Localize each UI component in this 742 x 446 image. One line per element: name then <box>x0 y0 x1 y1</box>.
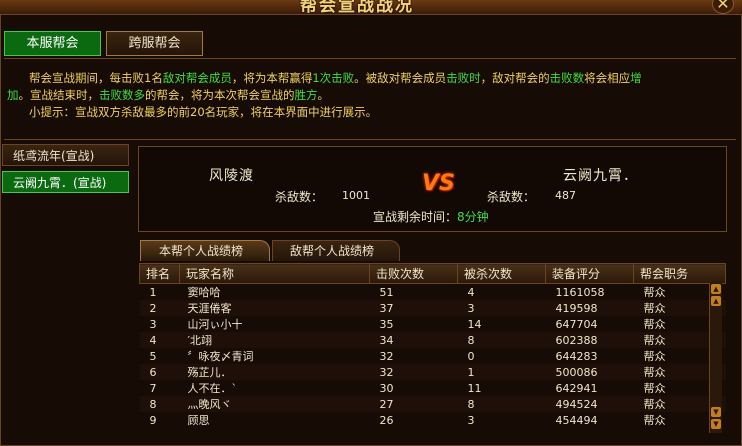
rules-description: 帮会宣战期间，每击败1名敌对帮会成员，将为本帮赢得1次击败。被敌对帮会成员击败时… <box>4 58 736 140</box>
table-row[interactable]: 9 顾思 26 3 454494 帮众 <box>140 412 726 428</box>
cell-player-name: 窦哈哈 <box>187 286 221 299</box>
scroll-bottom-icon[interactable]: ▼ <box>711 419 721 429</box>
cell-deaths: 0 <box>467 349 475 363</box>
tab-local-server-guild[interactable]: 本服帮会 <box>4 31 101 56</box>
cell-deaths: 4 <box>467 285 475 299</box>
table-header-row: 排名 玩家名称 击败次数 被杀次数 装备评分 帮会职务 <box>139 263 726 284</box>
vs-icon: VS <box>422 171 455 196</box>
table-row[interactable]: 1 窦哈哈 51 4 1161058 帮众 <box>140 284 726 301</box>
scroll-top-icon[interactable]: ▲ <box>711 284 721 294</box>
right-kill-label: 杀敌数： <box>487 190 536 204</box>
cell-player-name: 天涯倦客 <box>179 300 370 316</box>
cell-gear-score: 602388 <box>545 332 634 348</box>
header-deaths[interactable]: 被杀次数 <box>457 263 546 284</box>
cell-gear-score: 454494 <box>555 413 598 427</box>
table-row[interactable]: 8 灬晚风ヾ 27 8 494524 帮众 <box>139 396 726 412</box>
cell-deaths: 11 <box>467 381 482 395</box>
cell-player-name: 〞咏夜〆青词 <box>187 350 254 363</box>
table-row[interactable]: 3 山河ぃ小十 35 14 647704 帮众 <box>140 316 726 332</box>
cell-gear-score: 644283 <box>555 349 598 363</box>
battle-summary-panel: 风陵渡 云阙九霄． VS 杀敌数： 1001 杀敌数： 487 宣战剩余时间：8… <box>138 146 727 232</box>
ranking-table: 排名 玩家名称 击败次数 被杀次数 装备评分 帮会职务 1 窦哈哈 51 4 11610… <box>139 263 726 428</box>
cell-gear-score: 419598 <box>545 300 634 316</box>
cell-kills: 34 <box>369 332 458 348</box>
cell-rank: 8 <box>139 396 180 412</box>
cell-rank: 3 <box>149 317 157 331</box>
cell-rank: 9 <box>149 413 157 427</box>
remaining-time: 宣战剩余时间：8分钟 <box>373 210 489 224</box>
cell-gear-score: 500086 <box>545 364 634 380</box>
cell-kills: 37 <box>369 300 458 316</box>
cell-rank: 7 <box>149 381 157 395</box>
cell-gear-score: 642941 <box>555 381 598 395</box>
window-titlebar: 帮会宣战战况 ✕ <box>0 0 742 16</box>
cell-deaths: 1 <box>457 364 546 380</box>
cell-kills: 51 <box>379 285 394 299</box>
header-player-name[interactable]: 玩家名称 <box>179 263 370 284</box>
scroll-down-icon[interactable]: ▼ <box>711 407 721 417</box>
table-row[interactable]: 2 天涯倦客 37 3 419598 帮众 <box>139 300 726 316</box>
cell-deaths: 3 <box>467 413 475 427</box>
cell-rank: 6 <box>139 364 180 380</box>
cell-gear-score: 494524 <box>545 396 634 412</box>
cell-kills: 27 <box>369 396 458 412</box>
cell-player-name: 顾思 <box>187 414 210 427</box>
sidebar-item-guild-2[interactable]: 云阙九霄．(宣战) <box>2 171 129 193</box>
tab-cross-server-guild[interactable]: 跨服帮会 <box>106 31 203 56</box>
cell-rank: 2 <box>139 300 180 316</box>
cell-rank: 5 <box>149 349 157 363</box>
cell-deaths: 3 <box>457 300 546 316</box>
cell-deaths: 8 <box>457 332 546 348</box>
right-guild-name: 云阙九霄． <box>563 168 638 184</box>
rules-line-1: 帮会宣战期间，每击败1名敌对帮会成员，将为本帮赢得1次击败。被敌对帮会成员击败时… <box>29 71 642 85</box>
sidebar-item-guild-1[interactable]: 纸鸢流年(宣战) <box>2 144 129 166</box>
cell-kills: 30 <box>379 381 394 395</box>
tab-own-guild-ranking[interactable]: 本帮个人战绩榜 <box>140 240 270 261</box>
cell-deaths: 8 <box>457 396 546 412</box>
cell-player-name: ′北翊 <box>179 332 370 348</box>
tab-enemy-guild-ranking[interactable]: 敌帮个人战绩榜 <box>272 240 400 261</box>
cell-kills: 35 <box>379 317 394 331</box>
cell-kills: 32 <box>379 349 394 363</box>
cell-kills: 26 <box>379 413 394 427</box>
cell-rank: 4 <box>139 332 180 348</box>
table-row[interactable]: 6 殇芷儿． 32 1 500086 帮众 <box>139 364 726 380</box>
close-button[interactable]: ✕ <box>712 0 734 14</box>
scroll-up-icon[interactable]: ▲ <box>711 296 721 306</box>
cell-rank: 1 <box>149 285 157 299</box>
header-guild-role[interactable]: 帮会职务 <box>633 263 726 284</box>
right-kill-count: 487 <box>555 189 576 202</box>
cell-player-name: 人不在．` <box>187 382 238 395</box>
header-rank[interactable]: 排名 <box>139 263 180 284</box>
header-gear-score[interactable]: 装备评分 <box>545 263 634 284</box>
table-row[interactable]: 7 人不在．` 30 11 642941 帮众 <box>140 380 726 396</box>
table-row[interactable]: 4 ′北翊 34 8 602388 帮众 <box>139 332 726 348</box>
rules-tip: 小提示：宣战双方杀敌最多的前20名玩家，将在本界面中进行展示。 <box>29 105 378 119</box>
left-kill-label: 杀敌数： <box>275 190 324 204</box>
cell-player-name: 殇芷儿． <box>179 364 370 380</box>
cell-player-name: 山河ぃ小十 <box>187 318 243 331</box>
left-kill-count: 1001 <box>342 189 370 202</box>
table-scrollbar[interactable]: ▲ ▲ ▼ ▼ <box>709 283 722 433</box>
header-kills[interactable]: 击败次数 <box>369 263 458 284</box>
cell-player-name: 灬晚风ヾ <box>179 396 370 412</box>
cell-kills: 32 <box>369 364 458 380</box>
table-row[interactable]: 5 〞咏夜〆青词 32 0 644283 帮众 <box>140 348 726 364</box>
cell-gear-score: 647704 <box>555 317 598 331</box>
rules-line-2: 加。宣战结束时，击败数多的帮会，将为本次帮会宣战的胜方。 <box>7 88 329 102</box>
cell-gear-score: 1161058 <box>555 285 605 299</box>
left-guild-name: 风陵渡 <box>209 168 254 184</box>
cell-deaths: 14 <box>467 317 482 331</box>
